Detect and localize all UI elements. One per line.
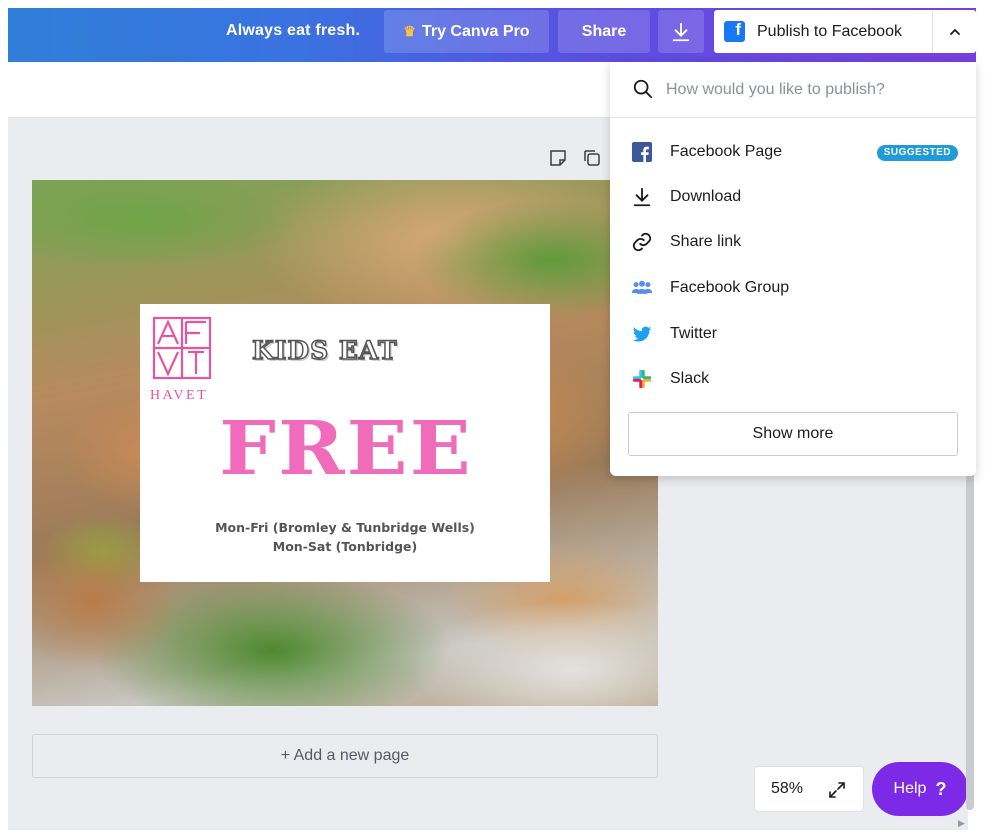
- plate-image-area: [412, 600, 658, 706]
- publish-option-twitter[interactable]: Twitter: [610, 312, 976, 356]
- design-page[interactable]: HAVET KIDS EAT FREE Mon-Fri (Bromley & T…: [32, 180, 658, 706]
- twitter-icon: [630, 323, 654, 345]
- download-button[interactable]: [658, 10, 704, 53]
- publish-to-facebook-button[interactable]: f Publish to Facebook: [714, 10, 932, 53]
- publish-option-label: Twitter: [670, 325, 718, 342]
- promo-text-box[interactable]: HAVET KIDS EAT FREE Mon-Fri (Bromley & T…: [140, 304, 550, 582]
- publish-search: [610, 62, 976, 118]
- download-icon: [672, 22, 690, 41]
- vertical-scrollbar[interactable]: [966, 470, 974, 810]
- publish-option-facebook-page[interactable]: Facebook Page SUGGESTED: [610, 130, 976, 174]
- location-details-text[interactable]: Mon-Fri (Bromley & Tunbridge Wells) Mon-…: [200, 518, 490, 556]
- duplicate-page-icon[interactable]: [582, 148, 602, 168]
- link-icon: [630, 231, 654, 253]
- crown-icon: ♛: [403, 23, 416, 39]
- publish-option-label: Share link: [670, 233, 742, 250]
- try-canva-pro-label: Try Canva Pro: [421, 22, 530, 40]
- page-tools: [548, 148, 602, 168]
- publish-option-label: Slack: [670, 370, 710, 387]
- fullscreen-icon[interactable]: [827, 780, 847, 800]
- show-more-button[interactable]: Show more: [628, 412, 958, 456]
- question-icon: ?: [935, 778, 947, 799]
- group-icon: [630, 277, 654, 299]
- share-label: Share: [581, 22, 627, 40]
- publish-dropdown: Facebook Page SUGGESTED Download Share l…: [610, 62, 976, 476]
- help-button[interactable]: Help ?: [872, 762, 968, 816]
- download-icon: [630, 186, 654, 208]
- headline-text[interactable]: KIDS EAT: [251, 335, 398, 366]
- publish-option-facebook-group[interactable]: Facebook Group: [610, 266, 976, 310]
- top-toolbar: Always eat fresh. ♛ Try Canva Pro Share …: [8, 8, 976, 62]
- add-new-page-button[interactable]: + Add a new page: [32, 734, 658, 778]
- chevron-up-icon: [949, 28, 960, 35]
- help-label: Help: [893, 780, 927, 797]
- share-button[interactable]: Share: [558, 10, 650, 53]
- zoom-control[interactable]: 58%: [754, 766, 864, 812]
- publish-option-share-link[interactable]: Share link: [610, 220, 976, 264]
- havet-logo-icon: [152, 316, 212, 380]
- publish-option-slack[interactable]: Slack: [610, 357, 976, 401]
- add-page-label: + Add a new page: [280, 747, 410, 764]
- logo-wordmark: HAVET: [150, 388, 209, 403]
- note-icon[interactable]: [548, 148, 568, 168]
- slack-icon: [630, 368, 654, 390]
- publish-option-label: Facebook Page: [670, 143, 783, 160]
- zoom-level: 58%: [771, 780, 804, 797]
- show-more-label: Show more: [752, 425, 834, 442]
- scroll-arrow-icon[interactable]: ▶: [958, 818, 965, 829]
- big-free-text[interactable]: FREE: [216, 406, 475, 492]
- try-canva-pro-button[interactable]: ♛ Try Canva Pro: [384, 10, 549, 53]
- publish-option-download[interactable]: Download: [610, 175, 976, 219]
- publish-options-toggle[interactable]: [932, 10, 976, 53]
- publish-label: Publish to Facebook: [757, 22, 902, 40]
- publish-search-input[interactable]: [666, 72, 956, 108]
- facebook-icon: f: [724, 21, 745, 42]
- facebook-icon: [630, 141, 654, 163]
- publish-option-label: Download: [670, 188, 742, 205]
- suggested-badge: SUGGESTED: [876, 145, 958, 161]
- publish-option-label: Facebook Group: [670, 279, 790, 296]
- design-title[interactable]: Always eat fresh.: [226, 8, 360, 54]
- search-icon: [633, 79, 653, 99]
